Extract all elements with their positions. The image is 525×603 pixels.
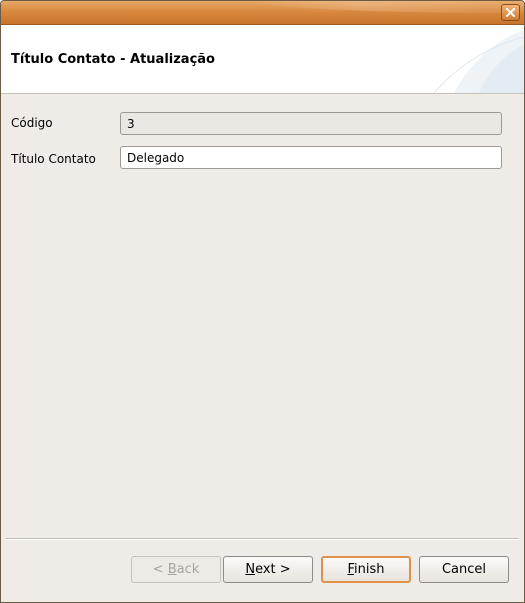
codigo-label: Código [11,116,53,130]
next-button-label: ext > [255,562,291,577]
titulo-contato-label: Título Contato [11,152,96,166]
page-title: Título Contato - Atualização [11,52,215,67]
titulo-contato-field[interactable] [120,146,502,169]
wizard-header: Título Contato - Atualização [1,25,524,94]
close-button[interactable] [501,4,520,21]
back-button-label: ack [176,562,200,577]
back-button-mnemonic: B [167,562,177,577]
wizard-window: Título Contato - Atualização Código Títu… [0,0,525,603]
next-button[interactable]: Next > [223,556,313,583]
title-bar[interactable] [1,1,524,25]
finish-button-label: inish [354,562,385,577]
cancel-button-label: Cancel [441,562,487,577]
back-button[interactable]: < Back [131,556,221,583]
cancel-button[interactable]: Cancel [419,556,509,583]
header-decoration [433,30,524,93]
finish-button[interactable]: Finish [321,556,411,583]
close-icon [506,8,515,17]
button-separator [6,538,519,540]
next-button-mnemonic: N [245,562,256,577]
codigo-field[interactable] [120,112,502,135]
title-bar-gloss [251,1,524,13]
back-button-prefix: < [152,562,168,577]
